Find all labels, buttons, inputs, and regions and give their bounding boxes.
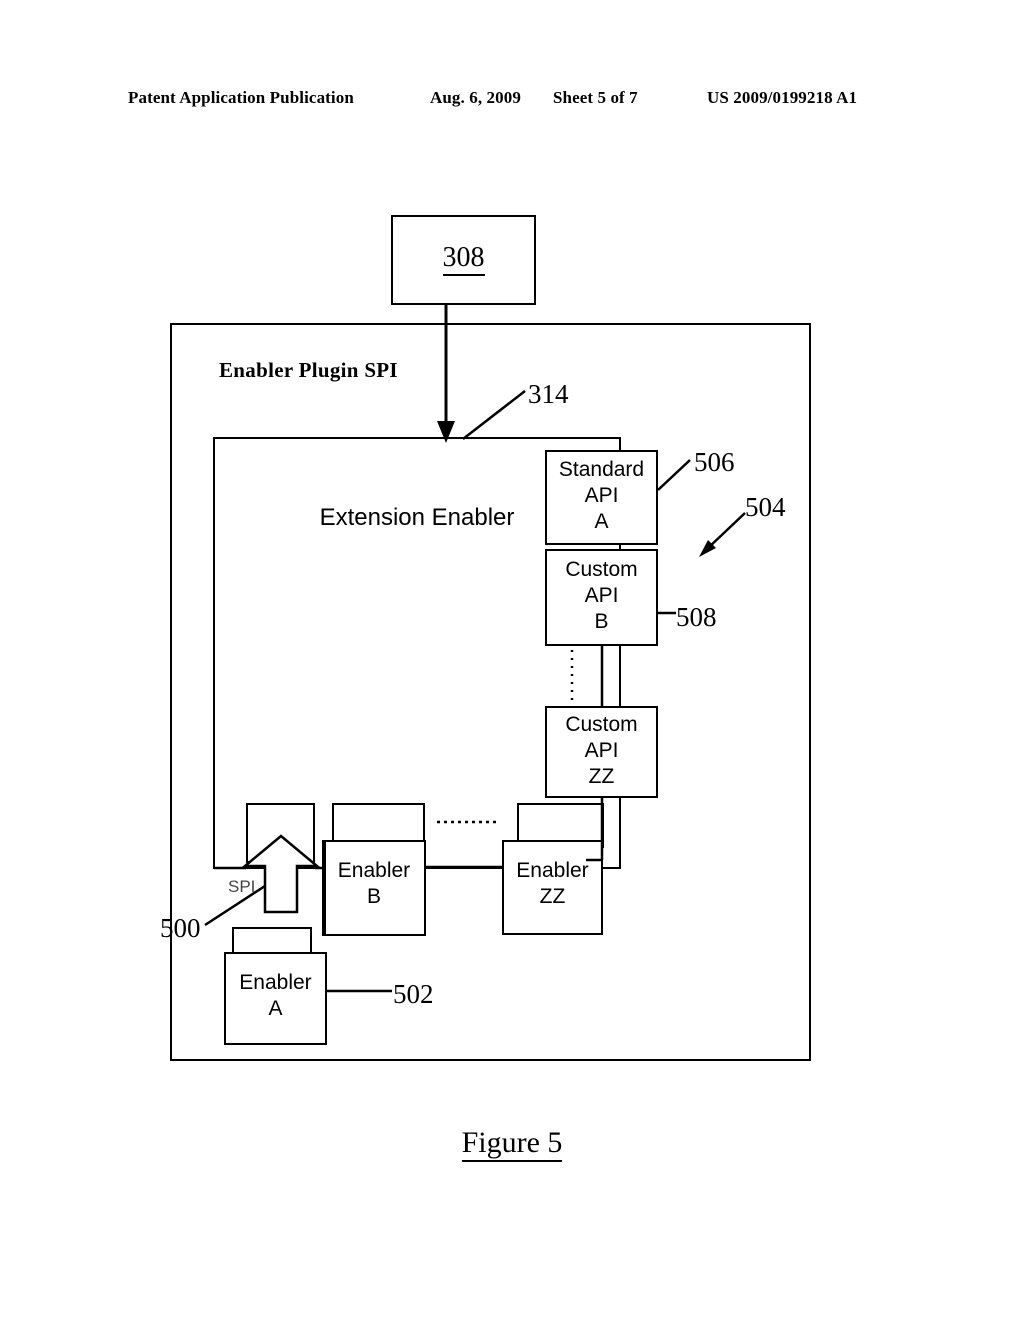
- enabler-a-label: Enabler A: [239, 971, 312, 1020]
- figure-caption: Figure 5: [0, 1126, 1024, 1162]
- box-308-label: 308: [391, 242, 536, 276]
- publication-date: Aug. 6, 2009: [430, 88, 521, 107]
- custom-api-b-label: Custom API B: [565, 558, 638, 633]
- sheet-number: Sheet 5 of 7: [553, 88, 638, 107]
- reference-504: 504: [745, 492, 786, 522]
- reference-314: 314: [528, 379, 569, 409]
- standard-api-a-label: Standard API A: [558, 458, 645, 533]
- patent-number: US 2009/0199218 A1: [707, 88, 858, 107]
- publication-label: Patent Application Publication: [128, 88, 354, 107]
- spi-arrow-label: SPI: [228, 877, 256, 896]
- reference-506: 506: [694, 447, 735, 477]
- patent-header: Patent Application Publication Aug. 6, 2…: [0, 88, 1024, 114]
- enabler-plugin-spi-title: Enabler Plugin SPI: [219, 358, 398, 382]
- custom-api-zz-label: Custom API ZZ: [565, 713, 638, 788]
- enabler-b-label: Enabler B: [337, 859, 411, 908]
- spi-arrow-backplate: [246, 803, 315, 863]
- reference-500: 500: [160, 913, 201, 943]
- box-308-ref: 308: [442, 242, 485, 276]
- enabler-zz-label: Enabler ZZ: [516, 859, 589, 908]
- reference-508: 508: [676, 602, 717, 632]
- reference-502: 502: [393, 979, 434, 1009]
- figure-caption-text: Figure 5: [461, 1126, 563, 1162]
